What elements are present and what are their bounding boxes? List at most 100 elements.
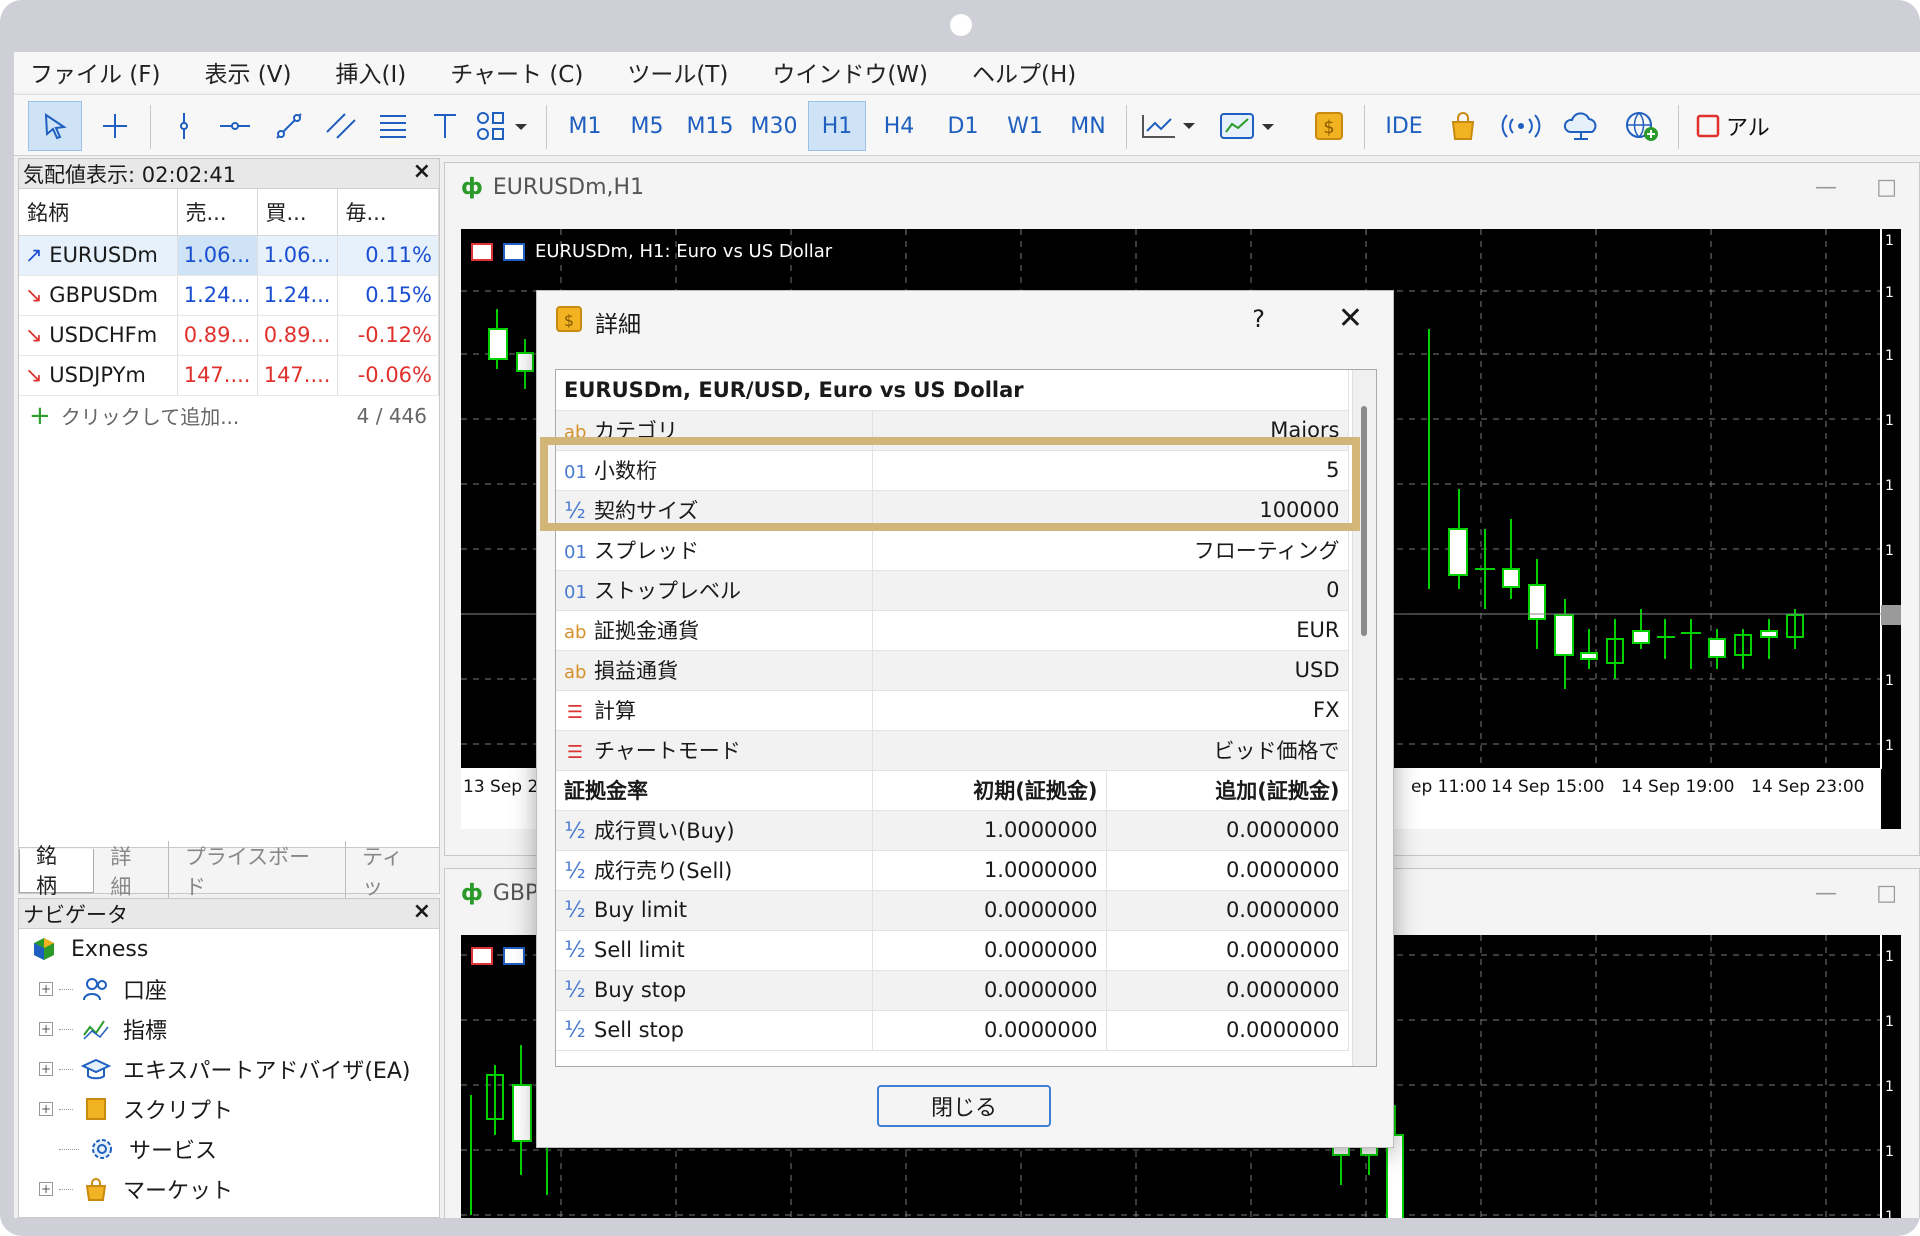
add-symbol-label: クリックして追加... <box>60 405 240 429</box>
grid-scrollbar[interactable] <box>1352 370 1376 1066</box>
fraction-type-icon: ½ <box>564 499 586 524</box>
fibonacci-icon[interactable] <box>368 101 418 151</box>
table-row[interactable]: ½ Sell stop 0.0000000 0.0000000 <box>556 1010 1349 1051</box>
timeframe-mn[interactable]: MN <box>1060 101 1116 151</box>
menu-help[interactable]: ヘルプ(H) <box>972 55 1076 89</box>
column-ask[interactable]: 買... <box>257 189 338 236</box>
close-icon[interactable]: ✕ <box>1338 301 1363 336</box>
property-value: 0 <box>872 570 1349 611</box>
close-button[interactable]: 閉じる <box>877 1085 1051 1127</box>
table-row[interactable]: ½ Sell limit 0.0000000 0.0000000 <box>556 930 1349 971</box>
exness-logo-icon <box>29 934 59 964</box>
table-row[interactable]: ↘ USDJPYm 147.... 147.... -0.06% <box>19 355 439 396</box>
expand-icon[interactable]: + <box>39 1022 53 1036</box>
timeframe-w1[interactable]: W1 <box>998 101 1052 151</box>
add-symbol-row[interactable]: + クリックして追加... 4 / 446 <box>19 396 439 436</box>
menu-window[interactable]: ウインドウ(W) <box>772 55 928 89</box>
table-row[interactable]: ab 損益通貨 USD <box>556 650 1349 691</box>
menu-insert[interactable]: 挿入(I) <box>336 55 407 89</box>
timeframe-h1[interactable]: H1 <box>808 101 866 151</box>
timeframe-m30[interactable]: M30 <box>744 101 804 151</box>
help-icon[interactable]: ? <box>1252 305 1265 333</box>
navigator-panel: ナビゲータ × Exness + 口座 + 指標 + エキスパートアドバイザ(E… <box>18 898 440 1218</box>
navigator-item-accounts[interactable]: + 口座 <box>19 969 439 1009</box>
list-type-icon: ☰ <box>566 702 584 723</box>
navigator-item-scripts[interactable]: + スクリプト <box>19 1089 439 1129</box>
ide-button[interactable]: IDE <box>1374 101 1434 151</box>
table-row[interactable]: ½ 成行買い(Buy) 1.0000000 0.0000000 <box>556 810 1349 851</box>
signals-icon[interactable] <box>1494 101 1548 151</box>
table-row[interactable]: ↘ USDCHFm 0.89... 0.89... -0.12% <box>19 315 439 356</box>
table-row[interactable]: ↘ GBPUSDm 1.24... 1.24... 0.15% <box>19 275 439 316</box>
property-label: 契約サイズ <box>594 499 699 523</box>
maximize-icon[interactable]: □ <box>1876 881 1897 906</box>
expand-icon[interactable]: + <box>39 1062 53 1076</box>
dollar-signal-icon[interactable]: $ <box>1304 101 1354 151</box>
chart-template-dropdown-icon[interactable] <box>1214 101 1286 151</box>
market-bag-icon[interactable] <box>1438 101 1488 151</box>
navigator-item-market[interactable]: + マーケット <box>19 1169 439 1209</box>
table-row[interactable]: ½ 契約サイズ 100000 <box>556 490 1349 531</box>
column-daily-change[interactable]: 毎... <box>337 189 439 236</box>
text-tool-icon[interactable] <box>420 101 470 151</box>
minimize-icon[interactable]: — <box>1815 175 1837 200</box>
market-watch-title: 気配値表示: 02:02:41 × <box>19 159 439 189</box>
table-row[interactable]: ab 証拠金通貨 EUR <box>556 610 1349 651</box>
channel-icon[interactable] <box>316 101 366 151</box>
expand-icon[interactable]: + <box>39 1102 53 1116</box>
cursor-icon[interactable] <box>28 101 82 151</box>
indicator-dropdown-icon[interactable] <box>1136 101 1206 151</box>
fraction-type-icon: ½ <box>564 859 586 884</box>
tab-ticks[interactable]: ティッ <box>346 841 439 901</box>
menu-chart[interactable]: チャート (C) <box>450 55 583 89</box>
navigator-item-indicators[interactable]: + 指標 <box>19 1009 439 1049</box>
expand-icon[interactable]: + <box>39 982 53 996</box>
vertical-line-icon[interactable] <box>162 101 206 151</box>
tab-details[interactable]: 詳細 <box>94 840 169 901</box>
table-row[interactable]: ab カテゴリ Majors <box>556 410 1349 451</box>
table-row[interactable]: ½ 成行売り(Sell) 1.0000000 0.0000000 <box>556 850 1349 891</box>
add-globe-icon[interactable] <box>1614 101 1670 151</box>
timeframe-h4[interactable]: H4 <box>872 101 926 151</box>
menu-view[interactable]: 表示 (V) <box>205 55 292 89</box>
expand-icon[interactable]: + <box>39 1182 53 1196</box>
navigator-root[interactable]: Exness <box>19 929 439 969</box>
minimize-icon[interactable]: — <box>1815 881 1837 906</box>
timeframe-m5[interactable]: M5 <box>620 101 674 151</box>
maximize-icon[interactable]: □ <box>1876 175 1897 200</box>
crosshair-icon[interactable] <box>90 101 140 151</box>
column-bid[interactable]: 売... <box>177 189 258 236</box>
menu-file[interactable]: ファイル (F) <box>30 55 161 89</box>
table-row[interactable]: ½ Buy limit 0.0000000 0.0000000 <box>556 890 1349 931</box>
close-icon[interactable]: × <box>413 899 431 924</box>
table-row[interactable]: ½ Buy stop 0.0000000 0.0000000 <box>556 970 1349 1011</box>
table-row[interactable]: ☰ 計算 FX <box>556 690 1349 731</box>
timeframe-m1[interactable]: M1 <box>558 101 612 151</box>
timeframe-m15[interactable]: M15 <box>680 101 740 151</box>
table-row[interactable]: 01 小数桁 5 <box>556 450 1349 491</box>
trendline-icon[interactable] <box>264 101 314 151</box>
close-icon[interactable]: × <box>413 159 431 184</box>
horizontal-line-icon[interactable] <box>210 101 260 151</box>
menu-tools[interactable]: ツール(T) <box>627 55 728 89</box>
table-row[interactable]: 01 ストップレベル 0 <box>556 570 1349 611</box>
table-row[interactable]: 01 スプレッド フローティング <box>556 530 1349 571</box>
column-symbol[interactable]: 銘柄 <box>19 189 178 236</box>
table-row[interactable]: ☰ チャートモード ビッド価格で <box>556 730 1349 771</box>
tab-price-board[interactable]: プライスボード <box>169 840 347 901</box>
camera-dot <box>950 14 972 36</box>
initial-margin-value: 0.0000000 <box>872 890 1107 931</box>
dollar-icon: $ <box>555 305 583 339</box>
algo-trading-stop-icon[interactable] <box>1688 101 1728 151</box>
shapes-dropdown-icon[interactable] <box>470 101 536 151</box>
property-value: FX <box>872 690 1349 731</box>
timeframe-d1[interactable]: D1 <box>936 101 990 151</box>
scrollbar-thumb[interactable] <box>1361 406 1367 636</box>
algo-trading-label[interactable]: アル <box>1726 101 1774 151</box>
initial-margin-value: 0.0000000 <box>872 1010 1107 1051</box>
table-row[interactable]: ↗ EURUSDm 1.06... 1.06... 0.11% <box>19 235 439 276</box>
vps-cloud-icon[interactable] <box>1554 101 1608 151</box>
navigator-item-experts[interactable]: + エキスパートアドバイザ(EA) <box>19 1049 439 1089</box>
navigator-item-services[interactable]: サービス <box>19 1129 439 1169</box>
tab-symbols[interactable]: 銘柄 <box>19 844 95 898</box>
